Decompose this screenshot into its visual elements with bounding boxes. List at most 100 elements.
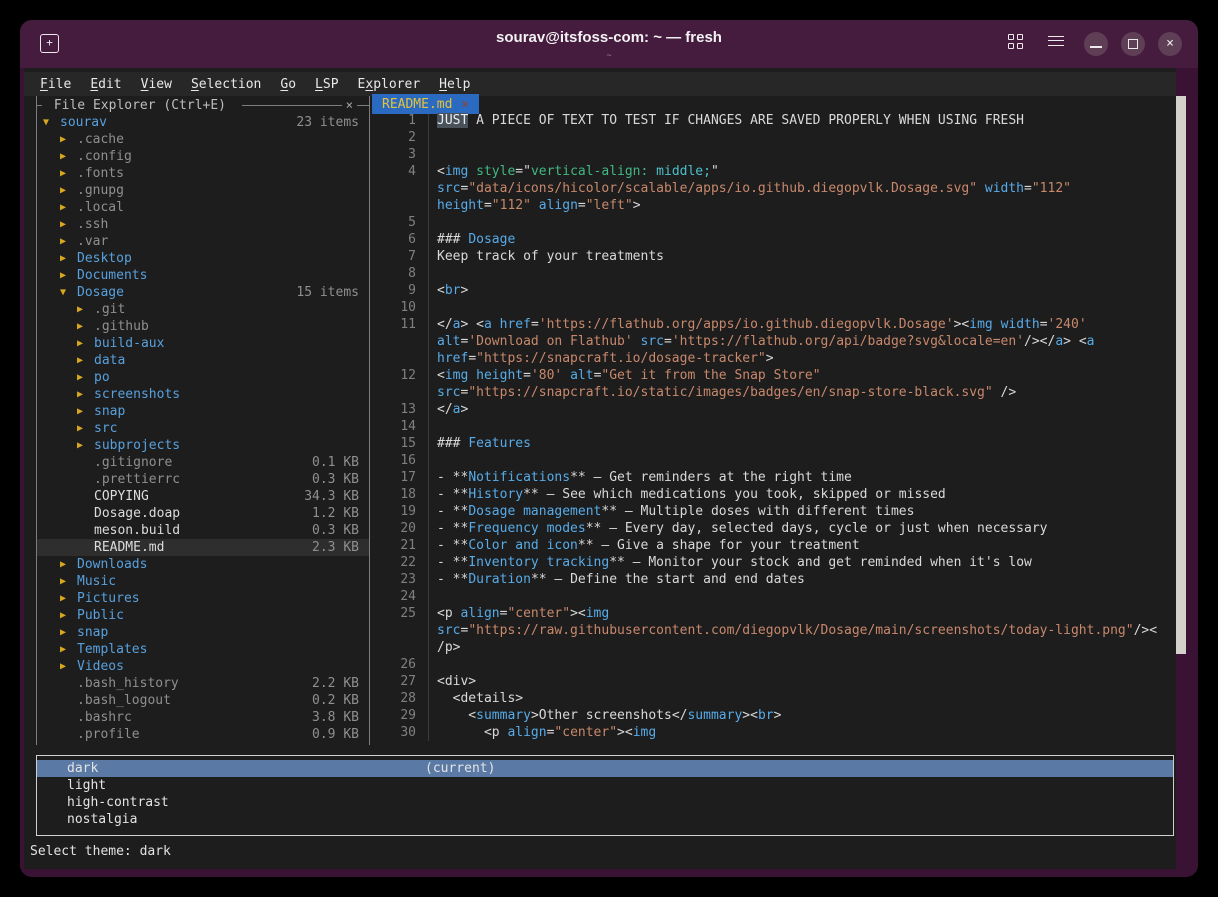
code-line[interactable]: 24 (372, 588, 1176, 605)
explorer-item-dot-local[interactable]: ▶.local (37, 199, 369, 216)
explorer-item-Dosage.doap[interactable]: Dosage.doap1.2 KB (37, 505, 369, 522)
explorer-item-build-aux[interactable]: ▶build-aux (37, 335, 369, 352)
explorer-item-Documents[interactable]: ▶Documents (37, 267, 369, 284)
code-line[interactable]: 29 <summary>Other screenshots</summary><… (372, 707, 1176, 724)
menu-item-go[interactable]: Go (280, 77, 296, 92)
explorer-item-screenshots[interactable]: ▶screenshots (37, 386, 369, 403)
code-line[interactable]: src="https://snapcraft.io/static/images/… (372, 384, 1176, 401)
code-line[interactable]: 12<img height='80' alt="Get it from the … (372, 367, 1176, 384)
code-line[interactable]: 3 (372, 146, 1176, 163)
item-meta: 34.3 KB (304, 489, 369, 504)
theme-option-nostalgia[interactable]: nostalgia (37, 811, 1173, 828)
hamburger-menu-icon[interactable] (1048, 36, 1064, 49)
code-line[interactable]: 28 <details> (372, 690, 1176, 707)
theme-option-high-contrast[interactable]: high-contrast (37, 794, 1173, 811)
code-line[interactable]: 26 (372, 656, 1176, 673)
menu-item-lsp[interactable]: LSP (315, 77, 338, 92)
explorer-item-dot-git[interactable]: ▶.git (37, 301, 369, 318)
explorer-item-Public[interactable]: ▶Public (37, 607, 369, 624)
explorer-item-Videos[interactable]: ▶Videos (37, 658, 369, 675)
code-line[interactable]: /p> (372, 639, 1176, 656)
explorer-item-Dosage[interactable]: ▼Dosage15 items (37, 284, 369, 301)
explorer-item-dot-bash_logout[interactable]: .bash_logout0.2 KB (37, 692, 369, 709)
explorer-item-dot-profile[interactable]: .profile0.9 KB (37, 726, 369, 743)
explorer-item-dot-gnupg[interactable]: ▶.gnupg (37, 182, 369, 199)
explorer-item-data[interactable]: ▶data (37, 352, 369, 369)
code-line[interactable]: 8 (372, 265, 1176, 282)
menu-item-edit[interactable]: Edit (90, 77, 121, 92)
menu-item-explorer[interactable]: Explorer (358, 77, 421, 92)
item-label: data (94, 353, 125, 368)
explorer-item-snap[interactable]: ▶snap (37, 624, 369, 641)
code-line[interactable]: 16 (372, 452, 1176, 469)
menu-item-selection[interactable]: Selection (191, 77, 261, 92)
explorer-item-dot-bashrc[interactable]: .bashrc3.8 KB (37, 709, 369, 726)
code-line[interactable]: 23- **Duration** — Define the start and … (372, 571, 1176, 588)
explorer-item-snap[interactable]: ▶snap (37, 403, 369, 420)
explorer-item-dot-var[interactable]: ▶.var (37, 233, 369, 250)
editor-scrollbar[interactable] (1176, 96, 1186, 654)
explorer-item-sourav[interactable]: ▼sourav23 items (37, 114, 369, 131)
explorer-item-meson.build[interactable]: meson.build0.3 KB (37, 522, 369, 539)
code-line[interactable]: 19- **Dosage management** — Multiple dos… (372, 503, 1176, 520)
explorer-close-icon[interactable]: × (342, 98, 357, 112)
code-line[interactable]: 15### Features (372, 435, 1176, 452)
code-text: src="data/icons/hicolor/scalable/apps/io… (437, 180, 1071, 197)
code-line[interactable]: 4<img style="vertical-align: middle;" (372, 163, 1176, 180)
maximize-button[interactable] (1121, 32, 1145, 56)
code-line[interactable]: 22- **Inventory tracking** — Monitor you… (372, 554, 1176, 571)
code-line[interactable]: 2 (372, 129, 1176, 146)
tab-overview-icon[interactable] (1008, 34, 1023, 49)
close-button[interactable]: × (1158, 32, 1182, 56)
menu-item-file[interactable]: File (40, 77, 71, 92)
explorer-item-Pictures[interactable]: ▶Pictures (37, 590, 369, 607)
editor-area[interactable]: 1JUST A PIECE OF TEXT TO TEST IF CHANGES… (372, 112, 1176, 812)
explorer-item-dot-config[interactable]: ▶.config (37, 148, 369, 165)
explorer-item-Templates[interactable]: ▶Templates (37, 641, 369, 658)
code-line[interactable]: 7Keep track of your treatments (372, 248, 1176, 265)
code-line[interactable]: 25<p align="center"><img (372, 605, 1176, 622)
explorer-item-dot-prettierrc[interactable]: .prettierrc0.3 KB (37, 471, 369, 488)
explorer-item-dot-cache[interactable]: ▶.cache (37, 131, 369, 148)
code-line[interactable]: 21- **Color and icon** — Give a shape fo… (372, 537, 1176, 554)
code-line[interactable]: 5 (372, 214, 1176, 231)
explorer-item-Downloads[interactable]: ▶Downloads (37, 556, 369, 573)
code-line[interactable]: 9<br> (372, 282, 1176, 299)
code-line[interactable]: alt='Download on Flathub' src='https://f… (372, 333, 1176, 350)
minimize-button[interactable] (1084, 32, 1108, 56)
explorer-item-dot-bash_history[interactable]: .bash_history2.2 KB (37, 675, 369, 692)
explorer-item-Desktop[interactable]: ▶Desktop (37, 250, 369, 267)
theme-option-light[interactable]: light (37, 777, 1173, 794)
tab-close-icon[interactable]: × (461, 97, 468, 111)
explorer-item-dot-github[interactable]: ▶.github (37, 318, 369, 335)
code-line[interactable]: 20- **Frequency modes** — Every day, sel… (372, 520, 1176, 537)
explorer-item-dot-fonts[interactable]: ▶.fonts (37, 165, 369, 182)
code-line[interactable]: 13</a> (372, 401, 1176, 418)
tab-readme[interactable]: README.md × (372, 94, 479, 114)
triangle-expanded-icon: ▼ (60, 287, 77, 298)
code-line[interactable]: 27<div> (372, 673, 1176, 690)
code-line[interactable]: 11</a> <a href='https://flathub.org/apps… (372, 316, 1176, 333)
code-line[interactable]: src="https://raw.githubusercontent.com/d… (372, 622, 1176, 639)
code-line[interactable]: 17- **Notifications** — Get reminders at… (372, 469, 1176, 486)
code-line[interactable]: height="112" align="left"> (372, 197, 1176, 214)
code-line[interactable]: 1JUST A PIECE OF TEXT TO TEST IF CHANGES… (372, 112, 1176, 129)
code-line[interactable]: 10 (372, 299, 1176, 316)
code-line[interactable]: 18- **History** — See which medications … (372, 486, 1176, 503)
explorer-item-Music[interactable]: ▶Music (37, 573, 369, 590)
code-line[interactable]: 6### Dosage (372, 231, 1176, 248)
code-line[interactable]: href="https://snapcraft.io/dosage-tracke… (372, 350, 1176, 367)
code-line[interactable]: 14 (372, 418, 1176, 435)
menu-item-help[interactable]: Help (439, 77, 470, 92)
code-line[interactable]: 30 <p align="center"><img (372, 724, 1176, 741)
explorer-item-README.md[interactable]: README.md2.3 KB (37, 539, 369, 556)
menu-item-view[interactable]: View (141, 77, 172, 92)
code-line[interactable]: src="data/icons/hicolor/scalable/apps/io… (372, 180, 1176, 197)
explorer-item-src[interactable]: ▶src (37, 420, 369, 437)
explorer-item-COPYING[interactable]: COPYING34.3 KB (37, 488, 369, 505)
explorer-item-po[interactable]: ▶po (37, 369, 369, 386)
explorer-item-dot-gitignore[interactable]: .gitignore0.1 KB (37, 454, 369, 471)
explorer-item-subprojects[interactable]: ▶subprojects (37, 437, 369, 454)
theme-option-dark[interactable]: dark(current) (37, 760, 1173, 777)
explorer-item-dot-ssh[interactable]: ▶.ssh (37, 216, 369, 233)
